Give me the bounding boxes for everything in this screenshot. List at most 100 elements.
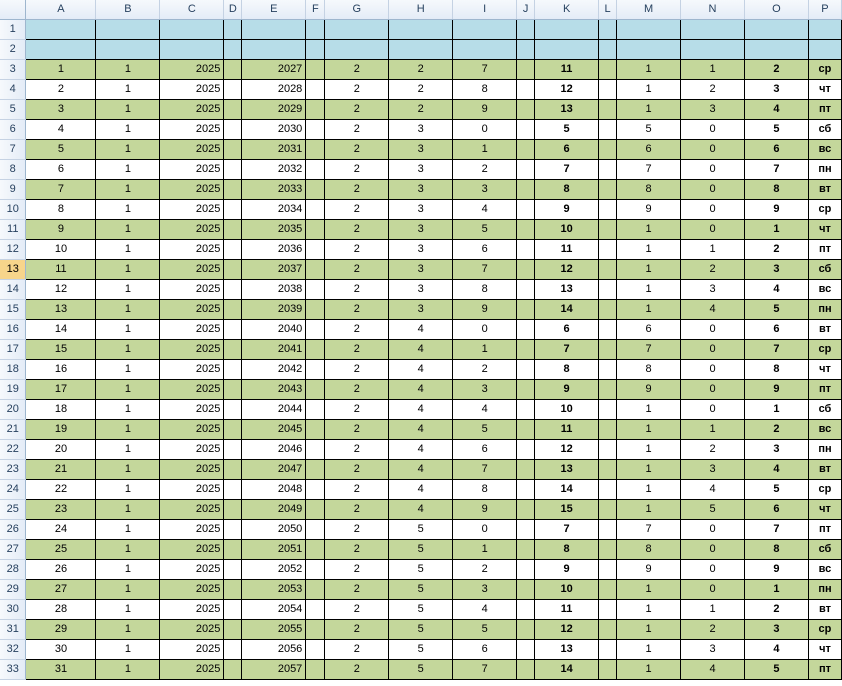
cell-p[interactable]: чт [808,359,842,380]
cell-o[interactable]: 8 [744,539,809,560]
cell-h[interactable]: 4 [388,379,454,400]
cell-f[interactable] [305,599,326,620]
cell-p[interactable]: вт [808,599,842,620]
cell-b[interactable]: 1 [95,179,161,200]
cell-o[interactable]: 1 [744,399,809,420]
cell-i[interactable]: 4 [452,599,518,620]
row-header[interactable]: 28 [0,559,27,580]
cell-o[interactable]: 5 [744,479,809,500]
cell-e[interactable]: 2038 [241,279,307,300]
cell-f[interactable] [305,99,326,120]
cell-i[interactable]: 8 [452,279,518,300]
cell-g[interactable]: 2 [324,159,390,180]
cell-k[interactable]: 11 [534,239,600,260]
cell-i[interactable]: 8 [452,79,518,100]
cell-b[interactable]: 1 [95,619,161,640]
cell-j[interactable] [516,539,536,560]
cell-e[interactable]: 2036 [241,239,307,260]
cell-m[interactable]: 1 [616,59,682,80]
cell-a[interactable]: 24 [25,519,97,540]
cell-c[interactable]: 2025 [159,59,225,80]
cell-b[interactable]: 1 [95,79,161,100]
cell-c[interactable]: 2025 [159,519,225,540]
cell-a[interactable]: 30 [25,639,97,660]
cell-k[interactable]: 5 [534,119,600,140]
cell-p[interactable]: пт [808,379,842,400]
cell-i[interactable]: 7 [452,659,518,680]
cell-o[interactable]: 2 [744,419,809,440]
cell-g[interactable]: 2 [324,599,390,620]
cell-l[interactable] [598,259,618,280]
cell-h[interactable]: 4 [388,419,454,440]
cell-d[interactable] [223,359,243,380]
cell-k[interactable]: 8 [534,539,600,560]
cell-m[interactable]: 1 [616,579,682,600]
cell-e[interactable]: 2050 [241,519,307,540]
cell-a[interactable]: 10 [25,239,97,260]
cell-h[interactable]: 4 [388,459,454,480]
cell-n[interactable]: 0 [680,539,745,560]
cell-f[interactable] [305,59,326,80]
cell-p[interactable]: сб [808,119,842,140]
cell-n[interactable]: 2 [680,259,745,280]
cell-c[interactable]: 2025 [159,159,225,180]
cell-m[interactable]: 1 [616,239,682,260]
cell[interactable] [241,39,307,60]
cell-o[interactable]: 9 [744,559,809,580]
cell-g[interactable]: 2 [324,59,390,80]
cell-m[interactable]: 8 [616,359,682,380]
cell-e[interactable]: 2057 [241,659,307,680]
cell-p[interactable]: пн [808,159,842,180]
cell-j[interactable] [516,599,536,620]
cell-h[interactable]: 4 [388,499,454,520]
cell-e[interactable]: 2039 [241,299,307,320]
cell-o[interactable]: 9 [744,379,809,400]
row-header[interactable]: 7 [0,139,27,160]
cell-p[interactable]: чт [808,639,842,660]
cell-c[interactable]: 2025 [159,99,225,120]
row-header[interactable]: 20 [0,399,27,420]
cell-a[interactable]: 15 [25,339,97,360]
row-header[interactable]: 26 [0,519,27,540]
cell-e[interactable]: 2051 [241,539,307,560]
cell-n[interactable]: 0 [680,359,745,380]
cell-e[interactable]: 2028 [241,79,307,100]
cell-f[interactable] [305,639,326,660]
row-header[interactable]: 10 [0,199,27,220]
cell-c[interactable]: 2025 [159,659,225,680]
cell-k[interactable]: 13 [534,99,600,120]
cell-n[interactable]: 0 [680,319,745,340]
cell-n[interactable]: 0 [680,399,745,420]
cell-g[interactable]: 2 [324,519,390,540]
cell-a[interactable]: 20 [25,439,97,460]
cell-l[interactable] [598,239,618,260]
cell[interactable] [680,39,745,60]
cell-j[interactable] [516,259,536,280]
cell-m[interactable]: 1 [616,99,682,120]
cell-h[interactable]: 4 [388,479,454,500]
cell-m[interactable]: 5 [616,119,682,140]
cell-d[interactable] [223,539,243,560]
cell-n[interactable]: 1 [680,419,745,440]
cell-p[interactable]: ср [808,619,842,640]
cell-o[interactable]: 5 [744,299,809,320]
cell-f[interactable] [305,159,326,180]
column-header-a[interactable]: A [25,0,97,20]
cell-n[interactable]: 0 [680,519,745,540]
cell-j[interactable] [516,179,536,200]
cell-a[interactable]: 1 [25,59,97,80]
cell-g[interactable]: 2 [324,179,390,200]
cell-b[interactable]: 1 [95,359,161,380]
cell-n[interactable]: 1 [680,59,745,80]
row-header[interactable]: 31 [0,619,27,640]
cell-o[interactable]: 1 [744,219,809,240]
cell-j[interactable] [516,499,536,520]
cell-m[interactable]: 1 [616,279,682,300]
cell-o[interactable]: 4 [744,639,809,660]
cell-m[interactable]: 9 [616,559,682,580]
cell-h[interactable]: 5 [388,579,454,600]
cell-a[interactable]: 5 [25,139,97,160]
cell-a[interactable]: 9 [25,219,97,240]
cell-d[interactable] [223,179,243,200]
cell-p[interactable]: вс [808,279,842,300]
